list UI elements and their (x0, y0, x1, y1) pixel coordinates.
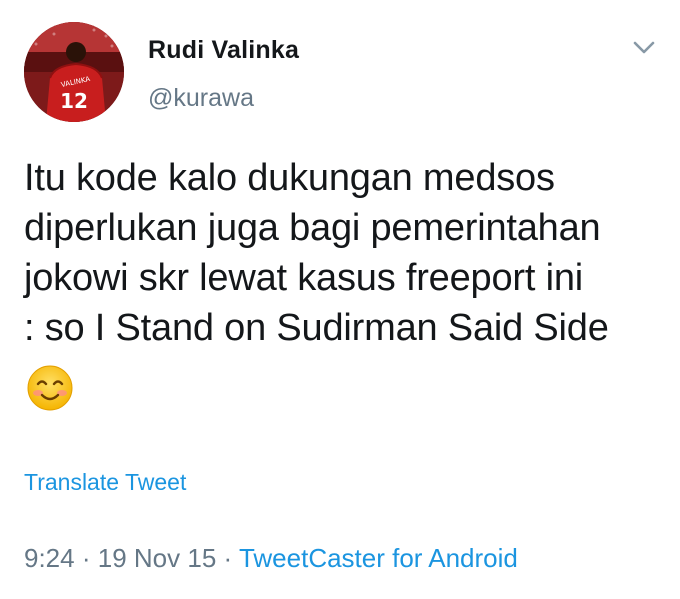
tweet-text: Itu kode kalo dukungan medsos diperlukan… (24, 157, 609, 349)
tweet-time: 9:24 (24, 543, 75, 573)
display-name[interactable]: Rudi Valinka (148, 36, 299, 65)
meta-separator: · (223, 543, 233, 573)
tweet-source-link[interactable]: TweetCaster for Android (239, 543, 518, 573)
user-handle[interactable]: @kurawa (148, 84, 254, 113)
meta-separator: · (81, 543, 91, 573)
chevron-down-icon (633, 41, 655, 54)
avatar[interactable]: VALINKA 12 (24, 22, 124, 122)
translate-tweet-link[interactable]: Translate Tweet (24, 469, 186, 496)
avatar-image: VALINKA 12 (24, 22, 124, 122)
tweet-menu-button[interactable] (632, 38, 656, 58)
tweet-card: VALINKA 12 Rudi Valinka @kurawa Itu kode… (0, 0, 680, 599)
smiling-face-icon (26, 364, 74, 412)
avatar-jersey-number: 12 (60, 89, 88, 113)
tweet-meta: 9:24 · 19 Nov 15 · TweetCaster for Andro… (24, 543, 518, 574)
tweet-date: 19 Nov 15 (97, 543, 217, 573)
